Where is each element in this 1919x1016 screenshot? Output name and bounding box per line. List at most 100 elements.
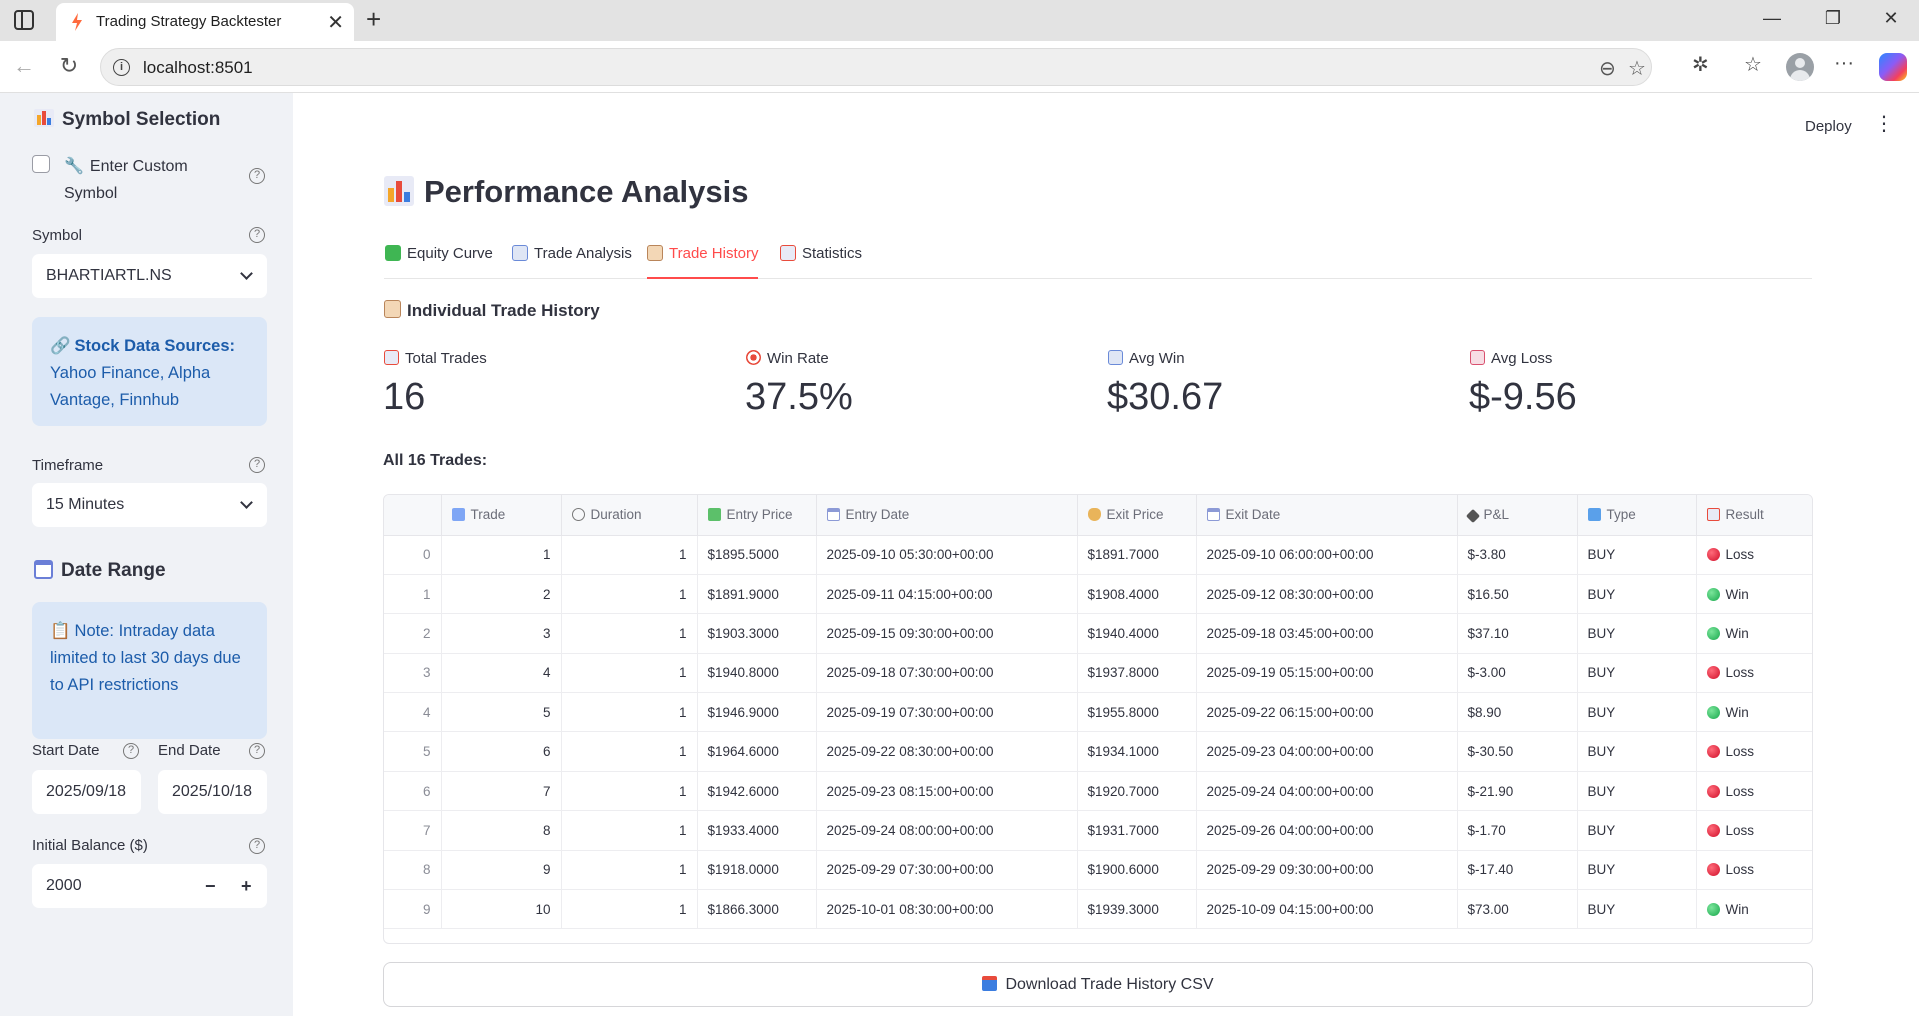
table-cell[interactable]: 1 [561, 535, 698, 575]
profile-avatar[interactable] [1786, 53, 1814, 81]
table-cell[interactable]: 2025-09-23 08:15:00+00:00 [816, 771, 1078, 812]
table-cell[interactable]: BUY [1577, 850, 1697, 891]
table-cell[interactable]: Loss [1696, 850, 1812, 891]
table-cell[interactable]: $-3.00 [1457, 653, 1578, 694]
table-cell[interactable]: $1920.7000 [1077, 771, 1197, 812]
tab-equity-curve[interactable]: Equity Curve [385, 245, 493, 279]
row-index-cell[interactable]: 8 [384, 850, 442, 891]
restore-icon[interactable]: ❐ [1818, 8, 1848, 29]
column-header-entry-date[interactable]: Entry Date [816, 495, 1078, 536]
table-cell[interactable]: Win [1696, 613, 1812, 654]
help-icon[interactable]: ? [249, 457, 265, 473]
table-cell[interactable]: $37.10 [1457, 613, 1578, 654]
favorites-icon[interactable]: ☆ [1744, 52, 1762, 77]
table-cell[interactable]: BUY [1577, 771, 1697, 812]
browser-tab[interactable]: Trading Strategy Backtester ✕ [56, 3, 354, 41]
column-header-type[interactable]: Type [1577, 495, 1697, 536]
trade-history-table[interactable]: Trade Duration Entry Price Entry Date Ex… [383, 494, 1813, 944]
table-cell[interactable]: 2025-09-19 05:15:00+00:00 [1196, 653, 1458, 694]
help-icon[interactable]: ? [249, 743, 265, 759]
decrement-button[interactable]: − [205, 876, 216, 897]
help-icon[interactable]: ? [249, 168, 265, 184]
table-cell[interactable]: $-17.40 [1457, 850, 1578, 891]
table-cell[interactable]: Win [1696, 692, 1812, 733]
sidebar-toggle-icon[interactable] [14, 10, 34, 30]
table-cell[interactable]: $1933.4000 [697, 810, 817, 851]
help-icon[interactable]: ? [123, 743, 139, 759]
table-cell[interactable]: Loss [1696, 810, 1812, 851]
table-cell[interactable]: Win [1696, 574, 1812, 615]
table-row[interactable]: 1 2 1 $1891.9000 2025-09-11 04:15:00+00:00 $1… [384, 574, 1812, 615]
custom-symbol-checkbox[interactable] [32, 155, 50, 173]
download-csv-button[interactable]: Download Trade History CSV [383, 962, 1813, 1007]
table-cell[interactable]: 1 [561, 771, 698, 812]
table-cell[interactable]: $1903.3000 [697, 613, 817, 654]
table-cell[interactable]: BUY [1577, 810, 1697, 851]
table-cell[interactable]: 2025-09-10 06:00:00+00:00 [1196, 535, 1458, 575]
table-cell[interactable]: 2025-09-22 06:15:00+00:00 [1196, 692, 1458, 733]
row-index-cell[interactable]: 2 [384, 613, 442, 654]
table-cell[interactable]: 5 [441, 692, 562, 733]
row-index-cell[interactable]: 3 [384, 653, 442, 694]
table-cell[interactable]: 1 [441, 535, 562, 575]
table-cell[interactable]: 1 [561, 653, 698, 694]
table-cell[interactable]: $1891.7000 [1077, 535, 1197, 575]
table-cell[interactable]: 2025-09-19 07:30:00+00:00 [816, 692, 1078, 733]
url-text[interactable]: localhost:8501 [143, 58, 253, 78]
deploy-button[interactable]: Deploy [1805, 118, 1852, 135]
table-cell[interactable]: $1942.6000 [697, 771, 817, 812]
table-cell[interactable]: $-1.70 [1457, 810, 1578, 851]
table-cell[interactable]: $1937.8000 [1077, 653, 1197, 694]
zoom-icon[interactable]: ⊖ [1599, 56, 1616, 81]
table-cell[interactable]: 8 [441, 810, 562, 851]
table-cell[interactable]: $1940.4000 [1077, 613, 1197, 654]
table-row[interactable]: 4 5 1 $1946.9000 2025-09-19 07:30:00+00:00 $1… [384, 692, 1812, 733]
kebab-menu-icon[interactable]: ⋮ [1874, 114, 1894, 134]
table-row[interactable]: 6 7 1 $1942.6000 2025-09-23 08:15:00+00:00 $1… [384, 771, 1812, 812]
back-icon[interactable]: ← [10, 53, 38, 79]
table-cell[interactable]: 2025-10-09 04:15:00+00:00 [1196, 889, 1458, 930]
table-cell[interactable]: 2025-09-26 04:00:00+00:00 [1196, 810, 1458, 851]
table-cell[interactable]: $1866.3000 [697, 889, 817, 930]
table-cell[interactable]: 6 [441, 731, 562, 772]
end-date-input[interactable]: 2025/10/18 [158, 770, 267, 814]
table-cell[interactable]: 3 [441, 613, 562, 654]
row-index-cell[interactable]: 6 [384, 771, 442, 812]
table-cell[interactable]: Loss [1696, 535, 1812, 575]
table-cell[interactable]: $1946.9000 [697, 692, 817, 733]
table-cell[interactable]: 1 [561, 692, 698, 733]
table-cell[interactable]: $-21.90 [1457, 771, 1578, 812]
table-cell[interactable]: 9 [441, 850, 562, 891]
table-cell[interactable]: $1895.5000 [697, 535, 817, 575]
row-index-cell[interactable]: 0 [384, 535, 442, 575]
custom-symbol-label[interactable]: 🔧 Enter Custom Symbol [64, 153, 188, 207]
close-tab-icon[interactable]: ✕ [327, 10, 344, 35]
row-index-cell[interactable]: 1 [384, 574, 442, 615]
table-cell[interactable]: 1 [561, 850, 698, 891]
table-cell[interactable]: 2025-09-24 04:00:00+00:00 [1196, 771, 1458, 812]
table-cell[interactable]: $1940.8000 [697, 653, 817, 694]
minimize-icon[interactable]: — [1757, 8, 1787, 29]
table-cell[interactable]: BUY [1577, 889, 1697, 930]
table-cell[interactable]: 10 [441, 889, 562, 930]
table-cell[interactable]: Loss [1696, 731, 1812, 772]
table-cell[interactable]: 1 [561, 613, 698, 654]
table-cell[interactable]: 2025-09-11 04:15:00+00:00 [816, 574, 1078, 615]
table-cell[interactable]: BUY [1577, 653, 1697, 694]
table-cell[interactable]: $73.00 [1457, 889, 1578, 930]
table-cell[interactable]: $1955.8000 [1077, 692, 1197, 733]
table-cell[interactable]: $8.90 [1457, 692, 1578, 733]
table-cell[interactable]: 4 [441, 653, 562, 694]
tab-statistics[interactable]: Statistics [780, 245, 862, 279]
omnibox[interactable]: i localhost:8501 ⊖ ☆ [100, 48, 1652, 86]
table-cell[interactable]: 7 [441, 771, 562, 812]
table-cell[interactable]: BUY [1577, 574, 1697, 615]
table-cell[interactable]: $1964.6000 [697, 731, 817, 772]
table-row[interactable]: 2 3 1 $1903.3000 2025-09-15 09:30:00+00:00 $1… [384, 613, 1812, 654]
table-cell[interactable]: 2025-10-01 08:30:00+00:00 [816, 889, 1078, 930]
table-cell[interactable]: Loss [1696, 771, 1812, 812]
table-cell[interactable]: $1931.7000 [1077, 810, 1197, 851]
table-cell[interactable]: BUY [1577, 692, 1697, 733]
table-cell[interactable]: 1 [561, 574, 698, 615]
column-header-exit-date[interactable]: Exit Date [1196, 495, 1458, 536]
